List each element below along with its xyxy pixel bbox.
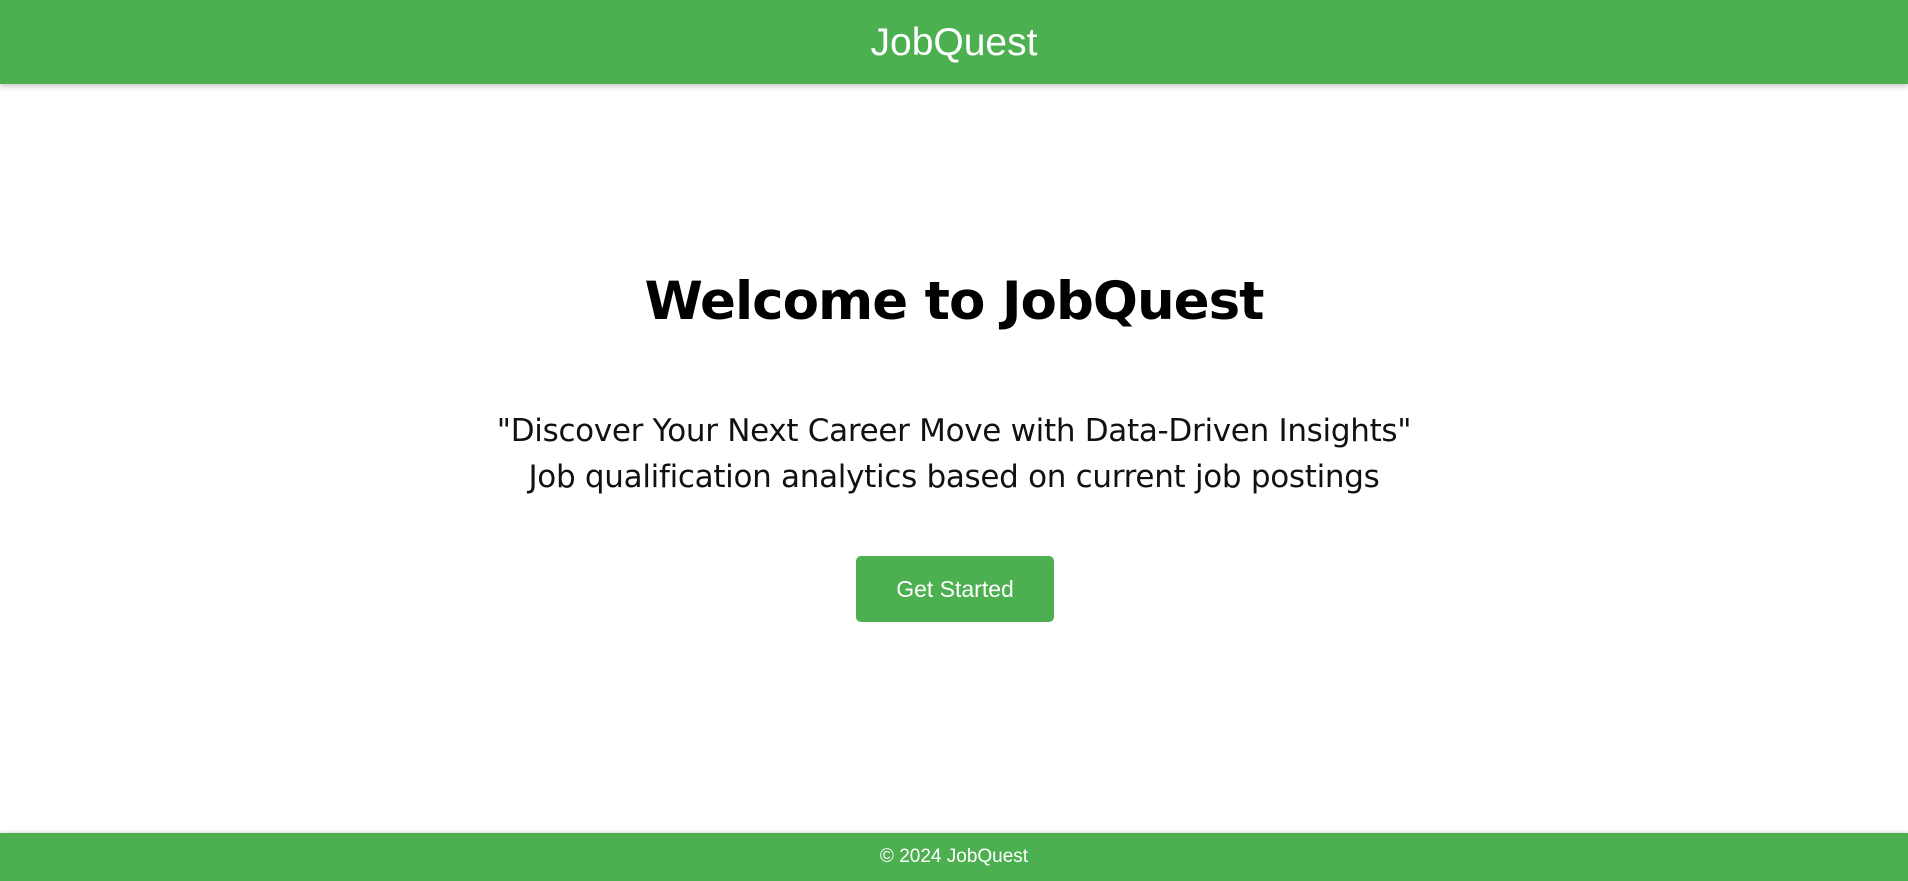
hero-tagline: "Discover Your Next Career Move with Dat…	[0, 408, 1908, 500]
tagline-description: Job qualification analytics based on cur…	[528, 459, 1380, 495]
tagline-quote: "Discover Your Next Career Move with Dat…	[496, 413, 1412, 449]
footer-copyright: © 2024 JobQuest	[879, 846, 1029, 867]
site-title: JobQuest	[870, 20, 1038, 64]
site-footer: © 2024 JobQuest	[0, 833, 1908, 881]
site-header: JobQuest	[0, 0, 1908, 84]
welcome-heading: Welcome to JobQuest	[644, 271, 1264, 332]
main-content: Welcome to JobQuest "Discover Your Next …	[0, 84, 1908, 833]
get-started-button[interactable]: Get Started	[856, 556, 1054, 622]
